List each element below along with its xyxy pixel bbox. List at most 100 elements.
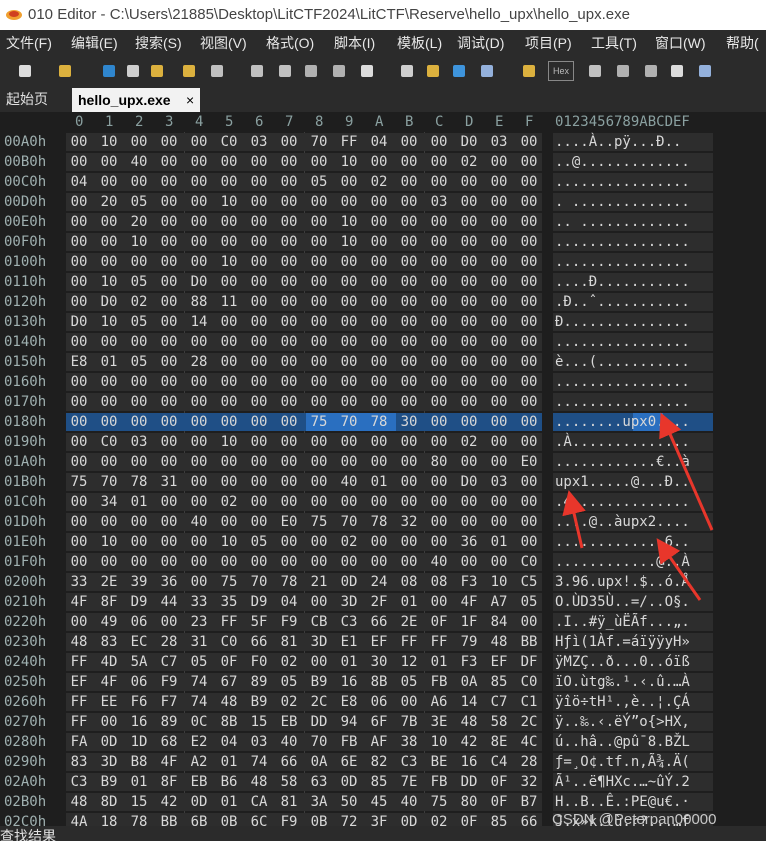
hex-row[interactable]: 0140h 00 00 00 00 00 00 00 00 00 00 00 00 00 00 00 00...… — [0, 332, 766, 352]
hex-byte[interactable]: FA — [68, 732, 90, 752]
hex-byte[interactable]: 28 — [188, 352, 210, 372]
hex-byte[interactable]: 00 — [338, 192, 360, 212]
hex-byte[interactable]: 10 — [338, 212, 360, 232]
hex-byte[interactable]: EB — [188, 772, 210, 792]
hex-byte[interactable]: 4F — [458, 592, 480, 612]
hex-byte[interactable]: 00 — [218, 212, 240, 232]
hex-byte[interactable]: 00 — [308, 252, 330, 272]
hex-byte[interactable]: 00 — [368, 212, 390, 232]
ascii-text[interactable]: ....Ð........... — [555, 272, 690, 292]
hex-byte[interactable]: 00 — [248, 152, 270, 172]
hex-byte[interactable]: 50 — [338, 792, 360, 812]
calculator-icon[interactable] — [696, 62, 714, 80]
hex-byte[interactable]: EB — [278, 712, 300, 732]
hex-byte[interactable]: 31 — [188, 632, 210, 652]
hex-byte[interactable]: BB — [518, 632, 540, 652]
hex-byte[interactable]: 00 — [158, 452, 180, 472]
hex-byte[interactable]: 00 — [248, 172, 270, 192]
hex-byte[interactable]: 00 — [488, 192, 510, 212]
hex-byte[interactable]: 00 — [98, 172, 120, 192]
hex-byte[interactable]: 10 — [338, 152, 360, 172]
hex-byte[interactable]: 00 — [518, 192, 540, 212]
hex-byte[interactable]: 75 — [428, 792, 450, 812]
hex-byte[interactable]: 00 — [398, 392, 420, 412]
hex-editor-view[interactable]: 0 1 2 3 4 5 6 7 8 9 A B C D E F 0123456789ABCDEF 00A0h 00 1… — [0, 112, 766, 826]
hex-byte[interactable]: 00 — [458, 492, 480, 512]
hex-byte[interactable]: 10 — [218, 192, 240, 212]
hex-byte[interactable]: 00 — [368, 452, 390, 472]
hex-byte[interactable]: FB — [428, 772, 450, 792]
hex-byte[interactable]: 00 — [368, 392, 390, 412]
hex-byte[interactable]: 0F — [428, 612, 450, 632]
hex-byte[interactable]: 00 — [338, 432, 360, 452]
hex-byte[interactable]: 00 — [68, 532, 90, 552]
hex-byte[interactable]: 00 — [368, 312, 390, 332]
hex-byte[interactable]: 00 — [308, 492, 330, 512]
ascii-text[interactable]: Hƒì(1Àf.=áïÿÿyH» — [555, 632, 690, 652]
hex-byte[interactable]: 40 — [338, 472, 360, 492]
hex-byte[interactable]: 00 — [248, 252, 270, 272]
hex-byte[interactable]: 05 — [128, 272, 150, 292]
hex-byte[interactable]: 00 — [158, 512, 180, 532]
hex-byte[interactable]: 02 — [458, 152, 480, 172]
copy-icon[interactable] — [248, 62, 266, 80]
hex-byte[interactable]: 8B — [368, 672, 390, 692]
hex-byte[interactable]: 00 — [68, 212, 90, 232]
hex-byte[interactable]: 00 — [488, 292, 510, 312]
hex-byte[interactable]: 81 — [278, 792, 300, 812]
hex-byte[interactable]: 4F — [68, 592, 90, 612]
hex-byte[interactable]: 00 — [158, 272, 180, 292]
hex-byte[interactable]: C7 — [488, 692, 510, 712]
menu-item-2[interactable]: 搜索(S) — [135, 30, 182, 56]
hex-byte[interactable]: 48 — [218, 692, 240, 712]
hex-byte[interactable]: 10 — [218, 252, 240, 272]
hex-byte[interactable]: F9 — [278, 812, 300, 826]
hex-byte[interactable]: D0 — [188, 272, 210, 292]
hex-byte[interactable]: 40 — [128, 152, 150, 172]
hex-byte[interactable]: 15 — [128, 792, 150, 812]
hex-byte[interactable]: 30 — [368, 652, 390, 672]
hex-byte[interactable]: 00 — [68, 452, 90, 472]
hex-byte[interactable]: 16 — [128, 712, 150, 732]
hex-byte[interactable]: 00 — [368, 372, 390, 392]
hex-byte[interactable]: 00 — [398, 232, 420, 252]
ascii-text[interactable]: O.ÙD35Ù..=/..O§. — [555, 592, 690, 612]
hex-byte[interactable]: 00 — [218, 172, 240, 192]
hex-byte[interactable]: 00 — [158, 612, 180, 632]
goto-icon[interactable] — [450, 62, 468, 80]
ascii-text[interactable]: ................ — [555, 252, 690, 272]
hex-byte[interactable]: 00 — [518, 532, 540, 552]
hex-byte[interactable]: 00 — [338, 452, 360, 472]
hex-byte[interactable]: 00 — [158, 332, 180, 352]
hex-byte[interactable]: 48 — [488, 632, 510, 652]
hex-byte[interactable]: 10 — [98, 132, 120, 152]
hex-byte[interactable]: 00 — [218, 272, 240, 292]
hex-byte[interactable]: 2E — [398, 612, 420, 632]
menu-item-5[interactable]: 脚本(I) — [334, 30, 375, 56]
hex-byte[interactable]: 00 — [488, 332, 510, 352]
hex-byte[interactable]: 00 — [308, 392, 330, 412]
hex-byte[interactable]: 0F — [488, 772, 510, 792]
hex-row[interactable]: 01B0h 75 70 78 31 00 00 00 00 00 40 01 00 00 D0 03 00 upx… — [0, 472, 766, 492]
hex-byte[interactable]: 00 — [128, 512, 150, 532]
ascii-text[interactable]: ƒ=¸O¢.tf.n‚Ã¾.Ä( — [555, 752, 690, 772]
hex-byte[interactable]: 00 — [98, 392, 120, 412]
hex-byte[interactable]: 00 — [128, 332, 150, 352]
ascii-text[interactable]: .À.............. — [555, 432, 690, 452]
open-project-icon[interactable] — [180, 62, 198, 80]
hex-byte[interactable]: 66 — [248, 632, 270, 652]
hex-byte[interactable]: 00 — [248, 272, 270, 292]
hex-byte[interactable]: 00 — [338, 372, 360, 392]
hex-byte[interactable]: 01 — [218, 792, 240, 812]
hex-byte[interactable]: 00 — [488, 232, 510, 252]
hex-byte[interactable]: 06 — [368, 692, 390, 712]
hex-byte[interactable]: 28 — [158, 632, 180, 652]
hex-byte[interactable]: 00 — [458, 172, 480, 192]
hex-row[interactable]: 00B0h 00 00 40 00 00 00 00 00 00 10 00 00 00 02 00 00 ..@… — [0, 152, 766, 172]
hex-byte[interactable]: 81 — [278, 632, 300, 652]
hex-byte[interactable]: 00 — [308, 292, 330, 312]
hex-byte[interactable]: 00 — [458, 232, 480, 252]
hex-byte[interactable]: 3F — [368, 812, 390, 826]
hex-row[interactable]: 01D0h 00 00 00 00 40 00 00 E0 75 70 78 32 00 00 00 00...… — [0, 512, 766, 532]
hex-byte[interactable]: 00 — [428, 272, 450, 292]
